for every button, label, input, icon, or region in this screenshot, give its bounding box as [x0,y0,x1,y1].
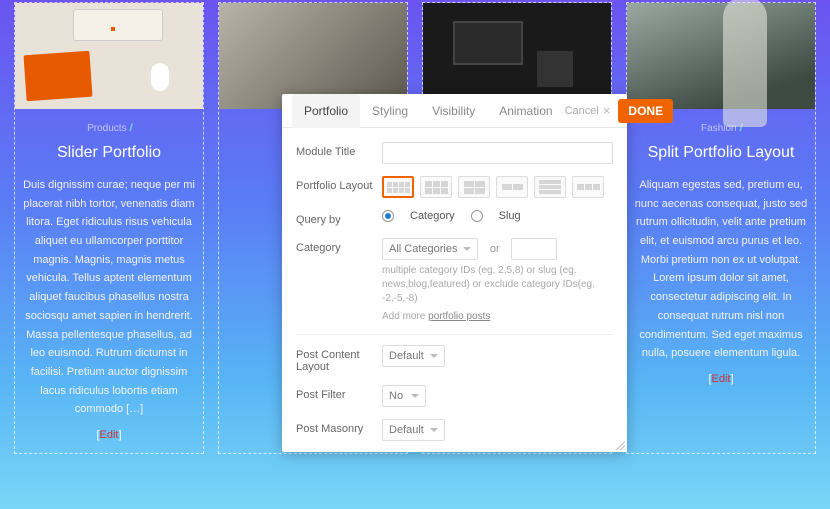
card-desc: Aliquam egestas sed, pretium eu, nunc ae… [627,176,815,363]
layout-options [382,176,613,198]
portfolio-card: Fashion // Split Portfolio Layout Aliqua… [626,2,816,454]
portfolio-card: Products // Slider Portfolio Duis dignis… [14,2,204,454]
label-category: Category [296,238,382,254]
layout-opt-rows[interactable] [534,176,566,198]
layout-opt-grid3[interactable] [420,176,452,198]
layout-opt-grid2[interactable] [458,176,490,198]
tab-portfolio[interactable]: Portfolio [292,94,360,128]
module-title-input[interactable] [382,142,613,164]
card-edit[interactable]: [Edit] [627,373,815,385]
tab-animation[interactable]: Animation [487,94,564,128]
radio-slug[interactable] [471,210,483,222]
layout-opt-wide2[interactable] [496,176,528,198]
label-post-content-layout: Post Content Layout [296,345,382,373]
done-button[interactable]: DONE [618,99,673,123]
card-title[interactable]: Slider Portfolio [15,144,203,162]
module-settings-modal: Portfolio Styling Visibility Animation C… [282,94,627,452]
tab-visibility[interactable]: Visibility [420,94,487,128]
label-portfolio-layout: Portfolio Layout [296,176,382,192]
resize-handle[interactable] [615,440,625,450]
card-title[interactable]: Split Portfolio Layout [627,144,815,162]
label-post-filter: Post Filter [296,385,382,401]
tab-styling[interactable]: Styling [360,94,420,128]
radio-category[interactable] [382,210,394,222]
layout-opt-grid4[interactable] [382,176,414,198]
post-filter-select[interactable]: No [382,385,426,407]
card-edit[interactable]: [Edit] [15,429,203,441]
card-desc: Duis dignissim curae; neque per mi place… [15,176,203,419]
label-module-title: Module Title [296,142,382,158]
category-select[interactable]: All Categories [382,238,478,260]
post-masonry-select[interactable]: Default [382,419,445,441]
label-query-by: Query by [296,210,382,226]
post-content-layout-select[interactable]: Default [382,345,445,367]
category-help: multiple category IDs (eg. 2,5,8) or slu… [382,264,613,306]
card-category: Fashion // [627,123,815,134]
card-category: Products // [15,123,203,134]
close-icon: × [603,103,611,118]
card-thumb [15,3,203,109]
layout-opt-mix[interactable] [572,176,604,198]
category-id-input[interactable] [511,238,557,260]
card-thumb [627,3,815,109]
add-portfolio-posts-link[interactable]: portfolio posts [428,311,490,322]
cancel-button[interactable]: Cancel× [565,103,611,118]
modal-tabs: Portfolio Styling Visibility Animation C… [282,94,627,128]
modal-form: Module Title Portfolio Layout Query by C… [282,128,627,452]
label-post-masonry: Post Masonry [296,419,382,435]
